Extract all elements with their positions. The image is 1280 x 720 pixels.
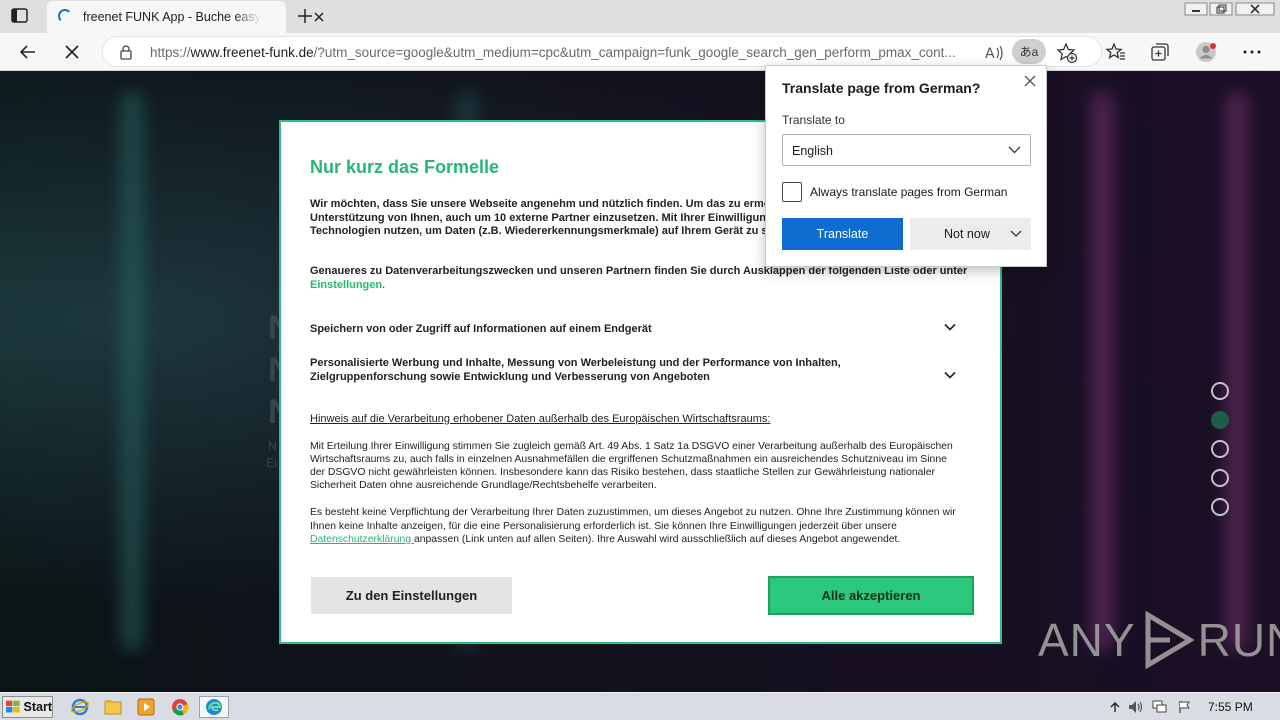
translate-popup: Translate page from German? Translate to… [765, 65, 1047, 267]
window-close-icon[interactable] [1235, 2, 1275, 16]
accept-all-button[interactable]: Alle akzeptieren [768, 576, 974, 615]
chevron-down-icon[interactable] [944, 371, 956, 379]
windows-taskbar: Start 7:55 PM [0, 692, 1280, 720]
restore-icon[interactable] [1209, 2, 1233, 16]
browser-toolbar: https://www.freenet-funk.de/?utm_source=… [0, 33, 1280, 71]
selected-language: English [792, 144, 833, 158]
stop-loading-icon[interactable] [61, 41, 83, 63]
bg-glow [1090, 91, 1114, 651]
chevron-down-icon[interactable] [944, 323, 956, 331]
watermark-play-icon [1145, 611, 1194, 669]
web-page: N N N N Ei ANY RUN Nur kurz das Formelle… [0, 71, 1280, 692]
read-aloud-icon[interactable]: A [983, 42, 1005, 64]
collections-icon[interactable] [1149, 41, 1171, 63]
screen: freenet FUNK App - Buche easy und flexib… [0, 0, 1280, 720]
slider-dots [1211, 382, 1231, 527]
anyrun-watermark: ANY RUN [1038, 611, 1280, 669]
svg-text:A: A [985, 46, 995, 62]
browser-tab-bar: freenet FUNK App - Buche easy und flexib… [0, 0, 1280, 33]
network-icon[interactable] [1152, 700, 1168, 714]
target-language-select[interactable]: English [782, 134, 1031, 166]
address-bar[interactable]: https://www.freenet-funk.de/?utm_source=… [102, 36, 1102, 67]
ie-icon[interactable] [68, 696, 92, 718]
slider-dot-active[interactable] [1211, 411, 1229, 429]
add-favorite-icon[interactable] [1056, 42, 1078, 64]
start-label: Start [23, 700, 52, 714]
chrome-icon[interactable] [168, 696, 192, 718]
url-host: www.freenet-funk.de [190, 45, 314, 60]
loading-spinner-icon [58, 9, 72, 23]
action-center-flag-icon[interactable] [1178, 700, 1192, 714]
accordion-item-storage[interactable]: Speichern von oder Zugriff auf Informati… [310, 322, 960, 336]
media-player-icon[interactable] [134, 696, 158, 718]
more-menu-icon[interactable] [1241, 41, 1263, 63]
consent-title: Nur kurz das Formelle [310, 157, 500, 177]
tab-actions-icon[interactable] [10, 7, 30, 25]
bg-subtext-fragment: Ei [266, 456, 277, 470]
bg-glow [120, 91, 144, 651]
settings-link[interactable]: Einstellungen [310, 279, 382, 291]
bg-subtext-fragment: N [268, 439, 277, 453]
url-path: /?utm_source=google&utm_medium=cpc&utm_c… [313, 45, 956, 60]
translate-popup-title: Translate page from German? [782, 80, 981, 96]
windows-logo-icon [6, 700, 20, 713]
start-button[interactable]: Start [2, 696, 53, 718]
system-tray: 7:55 PM [1104, 696, 1280, 718]
translate-button[interactable]: Translate [782, 218, 903, 250]
back-icon[interactable] [17, 41, 39, 63]
edge-icon[interactable] [199, 696, 229, 718]
not-now-label: Not now [944, 227, 990, 241]
slider-dot[interactable] [1211, 498, 1229, 516]
privacy-policy-link[interactable]: Datenschutzerklärung [310, 534, 414, 545]
translate-icon[interactable]: あa [1012, 39, 1046, 64]
slider-dot[interactable] [1211, 469, 1229, 487]
chevron-down-icon[interactable] [1010, 230, 1022, 238]
close-icon[interactable] [1023, 74, 1037, 88]
accordion-item-personalization[interactable]: Personalisierte Werbung und Inhalte, Mes… [310, 356, 910, 384]
browser-tab-active[interactable]: freenet FUNK App - Buche easy und flexib… [47, 1, 324, 33]
non-eea-notice-heading: Hinweis auf die Verarbeitung erhobener D… [310, 413, 771, 425]
voluntary-consent-text: Es besteht keine Verpflichtung der Verar… [310, 507, 956, 545]
settings-button[interactable]: Zu den Einstellungen [311, 577, 512, 614]
url-text[interactable]: https://www.freenet-funk.de/?utm_source=… [150, 45, 976, 60]
slider-dot[interactable] [1211, 440, 1229, 458]
taskbar-clock[interactable]: 7:55 PM [1208, 700, 1253, 714]
non-eea-notice-text: Mit Erteilung Ihrer Einwilligung stimmen… [310, 441, 953, 491]
new-tab-icon[interactable] [296, 7, 314, 25]
lock-icon[interactable] [119, 45, 133, 60]
tab-title: freenet FUNK App - Buche easy und flexib… [83, 10, 261, 24]
watermark-right: RUN [1197, 614, 1280, 666]
not-now-button[interactable]: Not now [910, 218, 1031, 250]
watermark-left: ANY [1038, 614, 1136, 666]
translate-to-label: Translate to [782, 113, 845, 127]
tab-close-icon[interactable] [312, 10, 326, 24]
chevron-down-icon [1008, 146, 1021, 154]
bg-glow [1225, 91, 1249, 651]
consent-details: Genaueres zu Datenverarbeitungszwecken u… [310, 265, 968, 291]
explorer-icon[interactable] [101, 696, 125, 718]
tray-expand-icon[interactable] [1110, 701, 1120, 713]
favorites-icon[interactable] [1105, 41, 1127, 63]
volume-icon[interactable] [1128, 700, 1144, 714]
slider-dot[interactable] [1211, 382, 1229, 400]
always-translate-checkbox[interactable] [782, 182, 802, 202]
minimize-icon[interactable] [1184, 2, 1208, 16]
always-translate-label: Always translate pages from German [810, 185, 1008, 199]
profile-avatar-icon[interactable] [1195, 41, 1217, 63]
